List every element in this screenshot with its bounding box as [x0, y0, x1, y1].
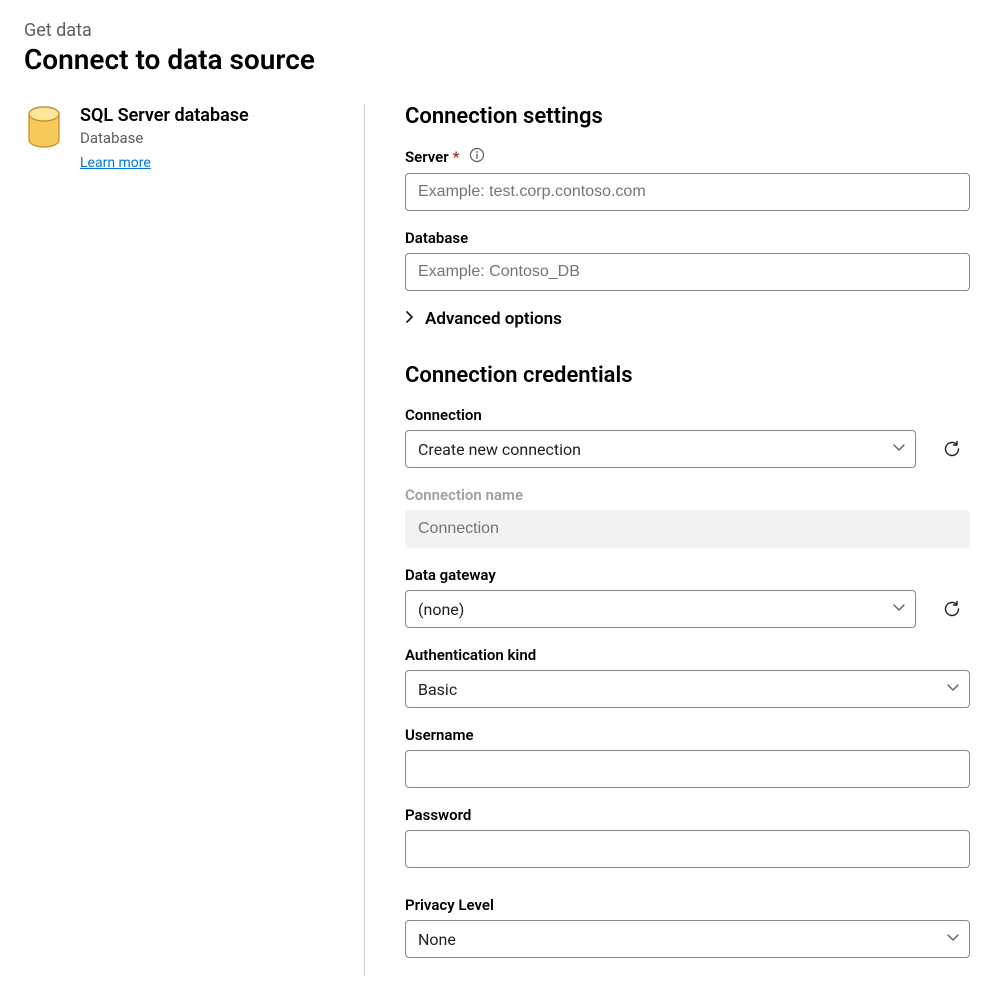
refresh-gateway-button[interactable]	[934, 591, 970, 627]
connection-settings-heading: Connection settings	[405, 104, 970, 129]
auth-kind-select-value: Basic	[418, 680, 457, 699]
connection-select[interactable]: Create new connection	[405, 430, 916, 468]
connection-credentials-heading: Connection credentials	[405, 363, 970, 388]
data-gateway-label: Data gateway	[405, 566, 970, 584]
connection-name-input	[405, 510, 970, 548]
data-gateway-select[interactable]: (none)	[405, 590, 916, 628]
info-icon[interactable]	[469, 147, 485, 167]
database-icon	[24, 104, 64, 976]
server-label-text: Server	[405, 148, 449, 166]
password-input[interactable]	[405, 830, 970, 868]
privacy-level-label: Privacy Level	[405, 896, 970, 914]
refresh-connection-button[interactable]	[934, 431, 970, 467]
auth-kind-label-text: Authentication kind	[405, 646, 536, 664]
connection-select-value: Create new connection	[418, 440, 581, 459]
data-gateway-label-text: Data gateway	[405, 566, 496, 584]
required-star: *	[453, 148, 460, 166]
chevron-right-icon	[405, 309, 415, 329]
password-label: Password	[405, 806, 970, 824]
advanced-options-label: Advanced options	[425, 309, 562, 329]
connection-label-text: Connection	[405, 406, 482, 424]
server-label: Server *	[405, 147, 970, 167]
username-label-text: Username	[405, 726, 474, 744]
breadcrumb: Get data	[24, 20, 980, 41]
username-label: Username	[405, 726, 970, 744]
auth-kind-select[interactable]: Basic	[405, 670, 970, 708]
username-input[interactable]	[405, 750, 970, 788]
privacy-level-select-value: None	[418, 930, 456, 949]
connection-name-label-text: Connection name	[405, 486, 523, 504]
advanced-options-expander[interactable]: Advanced options	[405, 309, 970, 329]
auth-kind-label: Authentication kind	[405, 646, 970, 664]
server-input[interactable]	[405, 173, 970, 211]
connection-name-label: Connection name	[405, 486, 970, 504]
privacy-level-label-text: Privacy Level	[405, 896, 494, 914]
privacy-level-select[interactable]: None	[405, 920, 970, 958]
page-title: Connect to data source	[24, 43, 980, 76]
database-input[interactable]	[405, 253, 970, 291]
source-subtitle: Database	[80, 129, 249, 147]
data-gateway-select-value: (none)	[418, 600, 464, 619]
learn-more-link[interactable]: Learn more	[80, 155, 151, 171]
password-label-text: Password	[405, 806, 471, 824]
database-label-text: Database	[405, 229, 468, 247]
connection-label: Connection	[405, 406, 970, 424]
source-title: SQL Server database	[80, 104, 249, 127]
database-label: Database	[405, 229, 970, 247]
